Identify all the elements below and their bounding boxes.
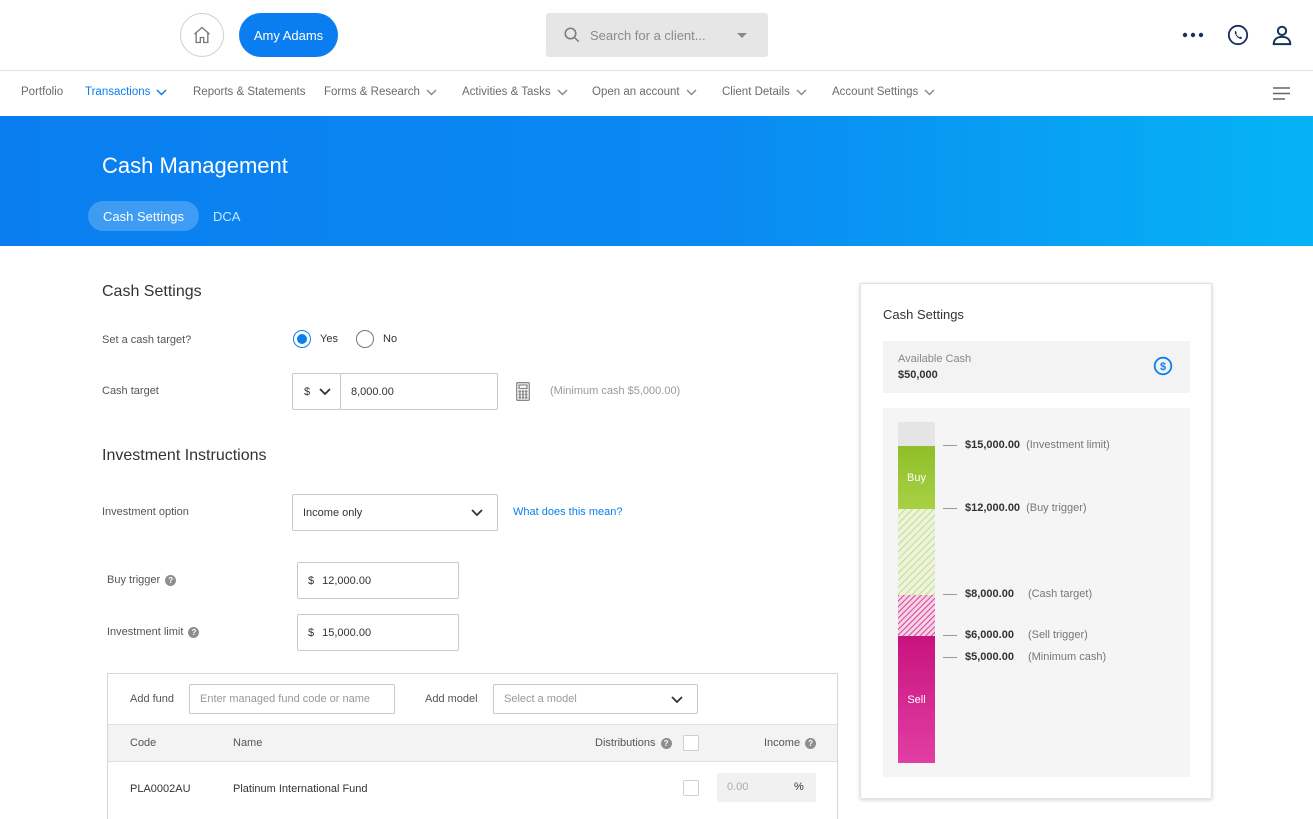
available-cash-value: $50,000 xyxy=(898,369,938,381)
cash-target-yes-radio[interactable]: Yes xyxy=(293,330,338,348)
search-input[interactable] xyxy=(590,25,730,45)
bar-segment-buy-hatch xyxy=(898,509,935,595)
fund-name: Platinum International Fund xyxy=(233,783,368,795)
chevron-down-icon xyxy=(796,88,807,96)
cash-target-input[interactable]: 8,000.00 xyxy=(340,373,498,410)
bar-segment-target-hatch xyxy=(898,595,935,636)
menu-icon[interactable] xyxy=(1273,87,1290,100)
currency-select[interactable]: $ xyxy=(292,373,341,410)
table-row: PLA0002AU Platinum International Fund 0.… xyxy=(108,763,837,818)
help-icon[interactable]: ? xyxy=(165,574,177,586)
investment-option-select[interactable]: Income only xyxy=(292,494,498,531)
buy-trigger-label: Buy trigger? xyxy=(107,574,177,586)
column-distributions: Distributions? xyxy=(595,737,672,749)
search-dropdown-icon[interactable] xyxy=(736,32,748,39)
client-name-button[interactable]: Amy Adams xyxy=(239,13,338,57)
phone-icon[interactable] xyxy=(1226,23,1250,47)
nav-item-activities[interactable]: Activities & Tasks xyxy=(462,86,568,98)
chevron-down-icon xyxy=(924,88,935,96)
table-header: Code Name Distributions? Income? xyxy=(108,724,837,762)
investment-option-label: Investment option xyxy=(102,506,189,518)
tab-dca[interactable]: DCA xyxy=(213,201,240,231)
available-cash-box: Available Cash $50,000 $ xyxy=(883,341,1190,393)
page-title: Cash Management xyxy=(102,153,288,178)
panel-title: Cash Settings xyxy=(883,307,964,322)
tick-dash xyxy=(943,593,957,595)
tick-dash xyxy=(943,507,957,509)
nav-item-forms[interactable]: Forms & Research xyxy=(324,86,437,98)
nav-item-portfolio[interactable]: Portfolio xyxy=(21,86,63,98)
fund-code: PLA0002AU xyxy=(130,783,191,795)
home-button[interactable] xyxy=(180,13,224,57)
column-code: Code xyxy=(130,737,157,749)
level-minimum-cash: $5,000.00 (Minimum cash) xyxy=(943,651,1106,663)
nav-item-transactions[interactable]: Transactions xyxy=(85,86,167,98)
nav-item-open-account[interactable]: Open an account xyxy=(592,86,697,98)
level-sell-trigger: $6,000.00 (Sell trigger) xyxy=(943,629,1088,641)
buy-trigger-input[interactable]: $ 12,000.00 xyxy=(297,562,459,599)
level-cash-target: $8,000.00 (Cash target) xyxy=(943,588,1092,600)
add-model-select[interactable]: Select a model xyxy=(493,684,698,714)
investment-limit-label: Investment limit? xyxy=(107,626,200,638)
radio-circle xyxy=(356,330,374,348)
svg-text:$: $ xyxy=(1160,361,1166,373)
nav-item-account-settings[interactable]: Account Settings xyxy=(832,86,935,98)
distributions-select-all-checkbox[interactable] xyxy=(683,735,699,751)
chevron-down-icon xyxy=(426,88,437,96)
tick-dash xyxy=(943,444,957,446)
user-profile-icon[interactable] xyxy=(1270,23,1294,47)
tick-dash xyxy=(943,634,957,636)
what-does-this-mean-link[interactable]: What does this mean? xyxy=(513,506,622,518)
help-icon[interactable]: ? xyxy=(660,737,672,749)
tab-cash-settings[interactable]: Cash Settings xyxy=(88,201,199,231)
investment-instructions-heading: Investment Instructions xyxy=(102,447,267,464)
cash-levels-chart: Buy Sell $15,000.00 (Investment limit) $1… xyxy=(883,408,1190,777)
set-cash-target-label: Set a cash target? xyxy=(102,334,192,346)
column-name: Name xyxy=(233,737,263,749)
minimum-cash-note: (Minimum cash $5,000.00) xyxy=(550,385,681,397)
nav-item-client-details[interactable]: Client Details xyxy=(722,86,807,98)
cash-settings-summary-panel: Cash Settings Available Cash $50,000 $ B… xyxy=(860,283,1212,799)
nav-item-reports[interactable]: Reports & Statements xyxy=(193,86,306,98)
main-nav: Portfolio Transactions Reports & Stateme… xyxy=(0,72,1313,116)
level-investment-limit: $15,000.00 (Investment limit) xyxy=(943,439,1110,451)
cash-target-label: Cash target xyxy=(102,385,159,397)
chevron-down-icon xyxy=(156,88,167,96)
tick-dash xyxy=(943,656,957,658)
fund-table: Add fund Enter managed fund code or name… xyxy=(107,673,838,819)
bar-segment-sell: Sell xyxy=(898,636,935,763)
column-income: Income? xyxy=(764,737,817,749)
top-bar: Amy Adams xyxy=(0,0,1313,71)
investment-limit-input[interactable]: $ 15,000.00 xyxy=(297,614,459,651)
help-icon[interactable]: ? xyxy=(805,737,817,749)
available-cash-label: Available Cash xyxy=(898,353,972,365)
income-input[interactable]: 0.00 % xyxy=(717,773,816,802)
home-icon xyxy=(194,26,210,44)
page-banner: Cash Management Cash Settings DCA xyxy=(0,116,1313,246)
radio-circle xyxy=(293,330,311,348)
add-fund-input[interactable]: Enter managed fund code or name xyxy=(189,684,395,714)
level-buy-trigger: $12,000.00 (Buy trigger) xyxy=(943,502,1087,514)
more-options-icon[interactable] xyxy=(1181,23,1205,47)
bar-segment-buy: Buy xyxy=(898,446,935,509)
cash-target-no-radio[interactable]: No xyxy=(356,330,397,348)
add-fund-row: Add fund Enter managed fund code or name… xyxy=(108,674,837,724)
cash-settings-heading: Cash Settings xyxy=(102,283,202,300)
client-search[interactable] xyxy=(546,13,768,57)
chevron-down-icon xyxy=(319,387,331,395)
add-model-label: Add model xyxy=(425,693,478,705)
add-fund-label: Add fund xyxy=(130,693,175,705)
calculator-icon[interactable] xyxy=(516,382,530,401)
chevron-down-icon xyxy=(471,509,483,517)
chevron-down-icon xyxy=(557,88,568,96)
help-icon[interactable]: ? xyxy=(188,626,200,638)
distributions-checkbox[interactable] xyxy=(683,780,699,796)
dollar-icon: $ xyxy=(1153,356,1173,376)
chevron-down-icon xyxy=(686,88,697,96)
search-icon xyxy=(564,27,580,43)
bar-segment-above-limit xyxy=(898,422,935,446)
chevron-down-icon xyxy=(671,696,683,704)
